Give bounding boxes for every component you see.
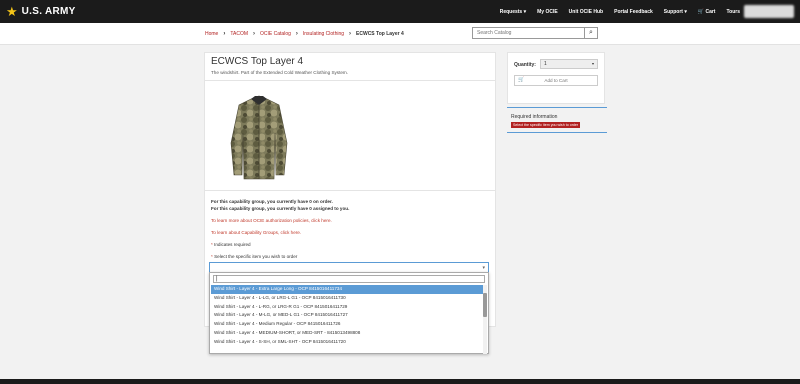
dropdown-option[interactable]: Wind Shirt - Layer 4 - Medium Regular - … (211, 320, 483, 329)
product-title: ECWCS Top Layer 4 (211, 56, 304, 67)
required-info-badge: Select the specific item you wish to ord… (511, 122, 581, 128)
divider (507, 107, 607, 108)
nav-support[interactable]: Support ▾ (664, 9, 687, 15)
dropdown-option[interactable]: Wind Shirt - Layer 4 - S-SH, or SML-SHT … (211, 338, 483, 347)
dropdown-options: Wind Shirt - Layer 4 - Extra Large Long … (211, 285, 483, 347)
nav-requests[interactable]: Requests ▾ (500, 9, 526, 15)
product-image (230, 95, 288, 180)
dropdown-option[interactable]: Wind Shirt - Layer 4 - L-LG, or LRG-L G1… (211, 294, 483, 303)
quantity-label: Quantity: (514, 62, 536, 68)
item-dropdown-list: | Wind Shirt - Layer 4 - Extra Large Lon… (209, 272, 489, 354)
search-icon: ⌕ (589, 29, 593, 36)
chevron-down-icon: ▾ (482, 265, 485, 271)
star-icon: ★ (6, 4, 18, 19)
scrollbar-thumb[interactable] (483, 293, 487, 317)
chevron-right-icon: › (223, 31, 226, 37)
chevron-down-icon: ▾ (591, 61, 594, 66)
cart-icon: 🛒 (518, 77, 525, 83)
nav-unit-ocie-hub[interactable]: Unit OCIE Hub (569, 9, 603, 15)
footer-bar (0, 379, 800, 384)
add-to-cart-button[interactable]: 🛒 Add to Cart (514, 75, 598, 86)
required-asterisk: * (211, 254, 213, 259)
top-navbar: ★ U.S. ARMY Requests ▾ My OCIE Unit OCIE… (0, 0, 800, 23)
nav-tours[interactable]: Tours (726, 9, 740, 15)
order-box: Quantity: 1 ▾ 🛒 Add to Cart (507, 52, 605, 104)
nav-portal-feedback[interactable]: Portal Feedback (614, 9, 653, 15)
product-subtitle: The windshirt. Part of the Extended Cold… (211, 70, 349, 75)
chevron-right-icon: › (295, 31, 298, 37)
divider (205, 80, 495, 81)
quantity-select[interactable]: 1 ▾ (540, 59, 598, 69)
item-select-label: * Select the specific item you wish to o… (211, 254, 298, 259)
crumb-ocie-catalog[interactable]: OCIE Catalog (260, 31, 291, 37)
catalog-search: ⌕ (472, 27, 598, 39)
user-menu-blurred[interactable] (744, 5, 794, 18)
divider (507, 132, 607, 133)
dropdown-option[interactable]: Wind Shirt - Layer 4 - Extra Large Long … (211, 285, 483, 294)
brand-name: U.S. ARMY (21, 6, 76, 17)
dropdown-option[interactable]: Wind Shirt - Layer 4 - MEDIUM-SHORT, or … (211, 329, 483, 338)
chevron-right-icon: › (253, 31, 256, 37)
required-info-heading: Required information (511, 114, 558, 120)
order-count-text: For this capability group, you currently… (211, 199, 333, 204)
crumb-insulating-clothing[interactable]: Insulating Clothing (303, 31, 344, 37)
dropdown-search-input[interactable]: | (213, 275, 485, 283)
authorization-policy-link[interactable]: To learn more about OCIE authorization p… (211, 218, 332, 223)
cart-icon: 🛒 (697, 8, 705, 15)
dropdown-option[interactable]: Wind Shirt - Layer 4 - L-RG, or LRG-R G1… (211, 303, 483, 312)
nav-cart[interactable]: 🛒 Cart (698, 9, 716, 15)
nav-my-ocie[interactable]: My OCIE (537, 9, 558, 15)
required-legend: * Indicates required (211, 242, 251, 247)
search-button[interactable]: ⌕ (584, 28, 597, 38)
army-logo[interactable]: ★ U.S. ARMY (6, 5, 76, 18)
text-cursor: | (216, 276, 218, 282)
divider (205, 190, 495, 191)
capability-groups-link[interactable]: To learn about Capability Groups, click … (211, 230, 301, 235)
assigned-count-text: For this capability group, you currently… (211, 206, 350, 211)
chevron-right-icon: › (349, 31, 352, 37)
breadcrumb: Home › TACOM › OCIE Catalog › Insulating… (205, 31, 404, 37)
crumb-tacom[interactable]: TACOM (230, 31, 248, 37)
dropdown-scrollbar[interactable] (483, 285, 487, 354)
crumb-current: ECWCS Top Layer 4 (356, 31, 404, 37)
main-nav: Requests ▾ My OCIE Unit OCIE Hub Portal … (500, 0, 740, 23)
search-input[interactable] (473, 28, 584, 38)
required-asterisk: * (211, 242, 213, 247)
dropdown-option[interactable]: Wind Shirt - Layer 4 - M-LG, or MED-L G1… (211, 311, 483, 320)
crumb-home[interactable]: Home (205, 31, 218, 37)
